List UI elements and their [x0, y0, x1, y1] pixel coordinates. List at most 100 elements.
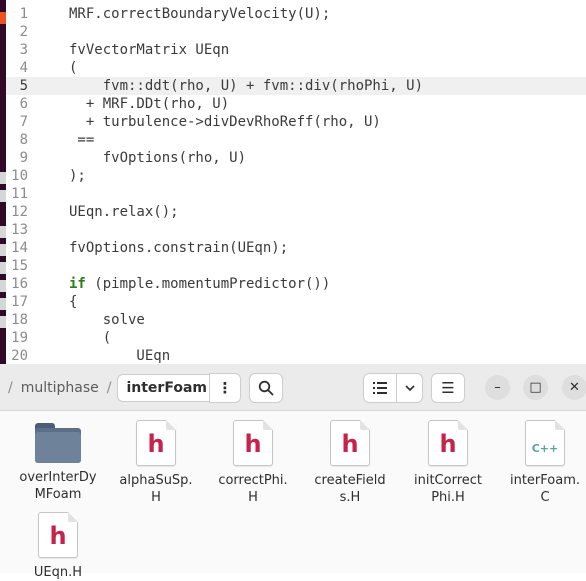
- code-text: fvOptions.constrain(UEqn);: [69, 240, 289, 256]
- code-text: + MRF.DDt(rho, U): [69, 96, 230, 112]
- file-name-line: C: [540, 490, 550, 505]
- line-number: 6: [19, 96, 28, 112]
- code-text: {: [69, 294, 78, 310]
- file-type-glyph: h: [49, 522, 67, 550]
- line-number: 7: [19, 114, 28, 130]
- file-name-line: MFoam: [34, 487, 82, 502]
- code-text: + turbulence->divDevRhoReff(rho, U): [69, 114, 381, 130]
- code-line[interactable]: 16 if (pimple.momentumPredictor()): [6, 275, 586, 293]
- line-number: 18: [11, 312, 28, 328]
- line-number: 4: [19, 60, 28, 76]
- file-item[interactable]: h correctPhi. H: [203, 420, 303, 506]
- file-item[interactable]: h initCorrect Phi.H: [398, 420, 498, 506]
- file-name-label: initCorrect Phi.H: [398, 472, 498, 506]
- line-number: 11: [11, 186, 28, 202]
- line-number: 10: [11, 168, 28, 184]
- header-file-icon: h: [428, 420, 468, 466]
- line-number: 9: [19, 150, 28, 166]
- header-file-icon: h: [233, 420, 273, 466]
- maximize-button[interactable]: □: [523, 375, 548, 400]
- line-number: 13: [11, 222, 28, 238]
- code-line[interactable]: 4(: [6, 59, 586, 77]
- code-line[interactable]: 20 UEqn: [6, 347, 586, 364]
- line-number: 3: [19, 42, 28, 58]
- main-menu-button[interactable]: ☰: [431, 373, 465, 403]
- file-name-label: alphaSuSp. H: [106, 472, 206, 506]
- line-number: 16: [11, 276, 28, 292]
- file-item[interactable]: h UEqn.H: [8, 512, 108, 581]
- code-line[interactable]: 13: [6, 221, 586, 239]
- code-text: MRF.correctBoundaryVelocity(U);: [69, 6, 331, 22]
- code-text: UEqn.relax();: [69, 204, 179, 220]
- file-item[interactable]: h createField s.H: [300, 420, 400, 506]
- file-item[interactable]: C++ interFoam. C: [495, 420, 586, 506]
- file-name-line: H: [151, 490, 161, 505]
- file-manager-window: / multiphase / interFoam ⋮ ☰ – □ ✕ overI…: [0, 364, 586, 580]
- header-file-icon: h: [330, 420, 370, 466]
- line-number: 17: [11, 294, 28, 310]
- file-name-line: initCorrect: [413, 473, 482, 488]
- view-options-dropdown[interactable]: [396, 373, 423, 403]
- file-item[interactable]: overInterDy MFoam: [8, 420, 108, 503]
- code-line[interactable]: 8 ==: [6, 131, 586, 149]
- code-line[interactable]: 19 (: [6, 329, 586, 347]
- code-line[interactable]: 18 solve: [6, 311, 586, 329]
- file-name-line: interFoam.: [509, 473, 581, 488]
- code-line[interactable]: 15: [6, 257, 586, 275]
- keyword: if: [69, 276, 86, 292]
- file-name-label: overInterDy MFoam: [8, 469, 108, 503]
- header-bar: / multiphase / interFoam ⋮ ☰ – □ ✕: [0, 364, 586, 411]
- code-line[interactable]: 7 + turbulence->divDevRhoReff(rho, U): [6, 113, 586, 131]
- search-button[interactable]: [249, 373, 283, 403]
- file-name-line: Phi.H: [431, 490, 465, 505]
- code-line[interactable]: 6 + MRF.DDt(rho, U): [6, 95, 586, 113]
- file-name-label: correctPhi. H: [203, 472, 303, 506]
- code-text: );: [69, 168, 86, 184]
- code-line[interactable]: 14 fvOptions.constrain(UEqn);: [6, 239, 586, 257]
- file-type-glyph: C++: [531, 442, 559, 455]
- file-name-label: createField s.H: [300, 472, 400, 506]
- code-line[interactable]: 10);: [6, 167, 586, 185]
- path-separator: /: [8, 380, 13, 396]
- file-type-glyph: h: [439, 430, 457, 458]
- file-name-line: createField: [314, 473, 386, 488]
- path-segment-current[interactable]: interFoam: [117, 374, 216, 402]
- code-line[interactable]: 5 fvm::ddt(rho, U) + fvm::div(rhoPhi, U): [6, 77, 586, 95]
- code-text: fvVectorMatrix UEqn: [69, 42, 230, 58]
- line-number: 12: [11, 204, 28, 220]
- line-number: 2: [19, 24, 28, 40]
- path-segment-multiphase[interactable]: multiphase: [21, 380, 99, 396]
- line-number: 19: [11, 330, 28, 346]
- file-item[interactable]: h alphaSuSp. H: [106, 420, 206, 506]
- line-number: 15: [11, 258, 28, 274]
- close-button[interactable]: ✕: [562, 375, 586, 400]
- code-text: (: [69, 330, 112, 346]
- file-name-line: alphaSuSp.: [119, 473, 193, 488]
- file-name-label: interFoam. C: [495, 472, 586, 506]
- line-number: 1: [19, 6, 28, 22]
- code-text: fvOptions(rho, U): [69, 150, 247, 166]
- header-file-icon: h: [136, 420, 176, 466]
- file-name-line: s.H: [339, 490, 361, 505]
- minimize-button[interactable]: –: [485, 375, 510, 400]
- code-text-rest: (pimple.momentumPredictor()): [85, 276, 331, 292]
- file-name-line: correctPhi.: [218, 473, 288, 488]
- code-line[interactable]: 11: [6, 185, 586, 203]
- code-text: UEqn: [69, 348, 171, 364]
- cpp-source-file-icon: C++: [525, 420, 565, 466]
- code-line[interactable]: 17 {: [6, 293, 586, 311]
- list-view-button[interactable]: [363, 373, 397, 403]
- code-line[interactable]: 9 fvOptions(rho, U): [6, 149, 586, 167]
- code-text: (: [69, 60, 78, 76]
- path-separator: /: [106, 380, 112, 396]
- path-menu-button[interactable]: ⋮: [209, 373, 241, 403]
- code-line[interactable]: 1 MRF.correctBoundaryVelocity(U);: [6, 5, 586, 23]
- chevron-down-icon: [404, 385, 415, 391]
- header-file-icon: h: [38, 512, 78, 558]
- code-editor[interactable]: 1 MRF.correctBoundaryVelocity(U); 2 3 fvVect…: [0, 0, 586, 364]
- code-text: fvm::ddt(rho, U) + fvm::div(rhoPhi, U): [69, 78, 424, 94]
- list-view-icon: [373, 382, 387, 394]
- code-line[interactable]: 12 UEqn.relax();: [6, 203, 586, 221]
- code-line[interactable]: 3 fvVectorMatrix UEqn: [6, 41, 586, 59]
- code-line[interactable]: 2: [6, 23, 586, 41]
